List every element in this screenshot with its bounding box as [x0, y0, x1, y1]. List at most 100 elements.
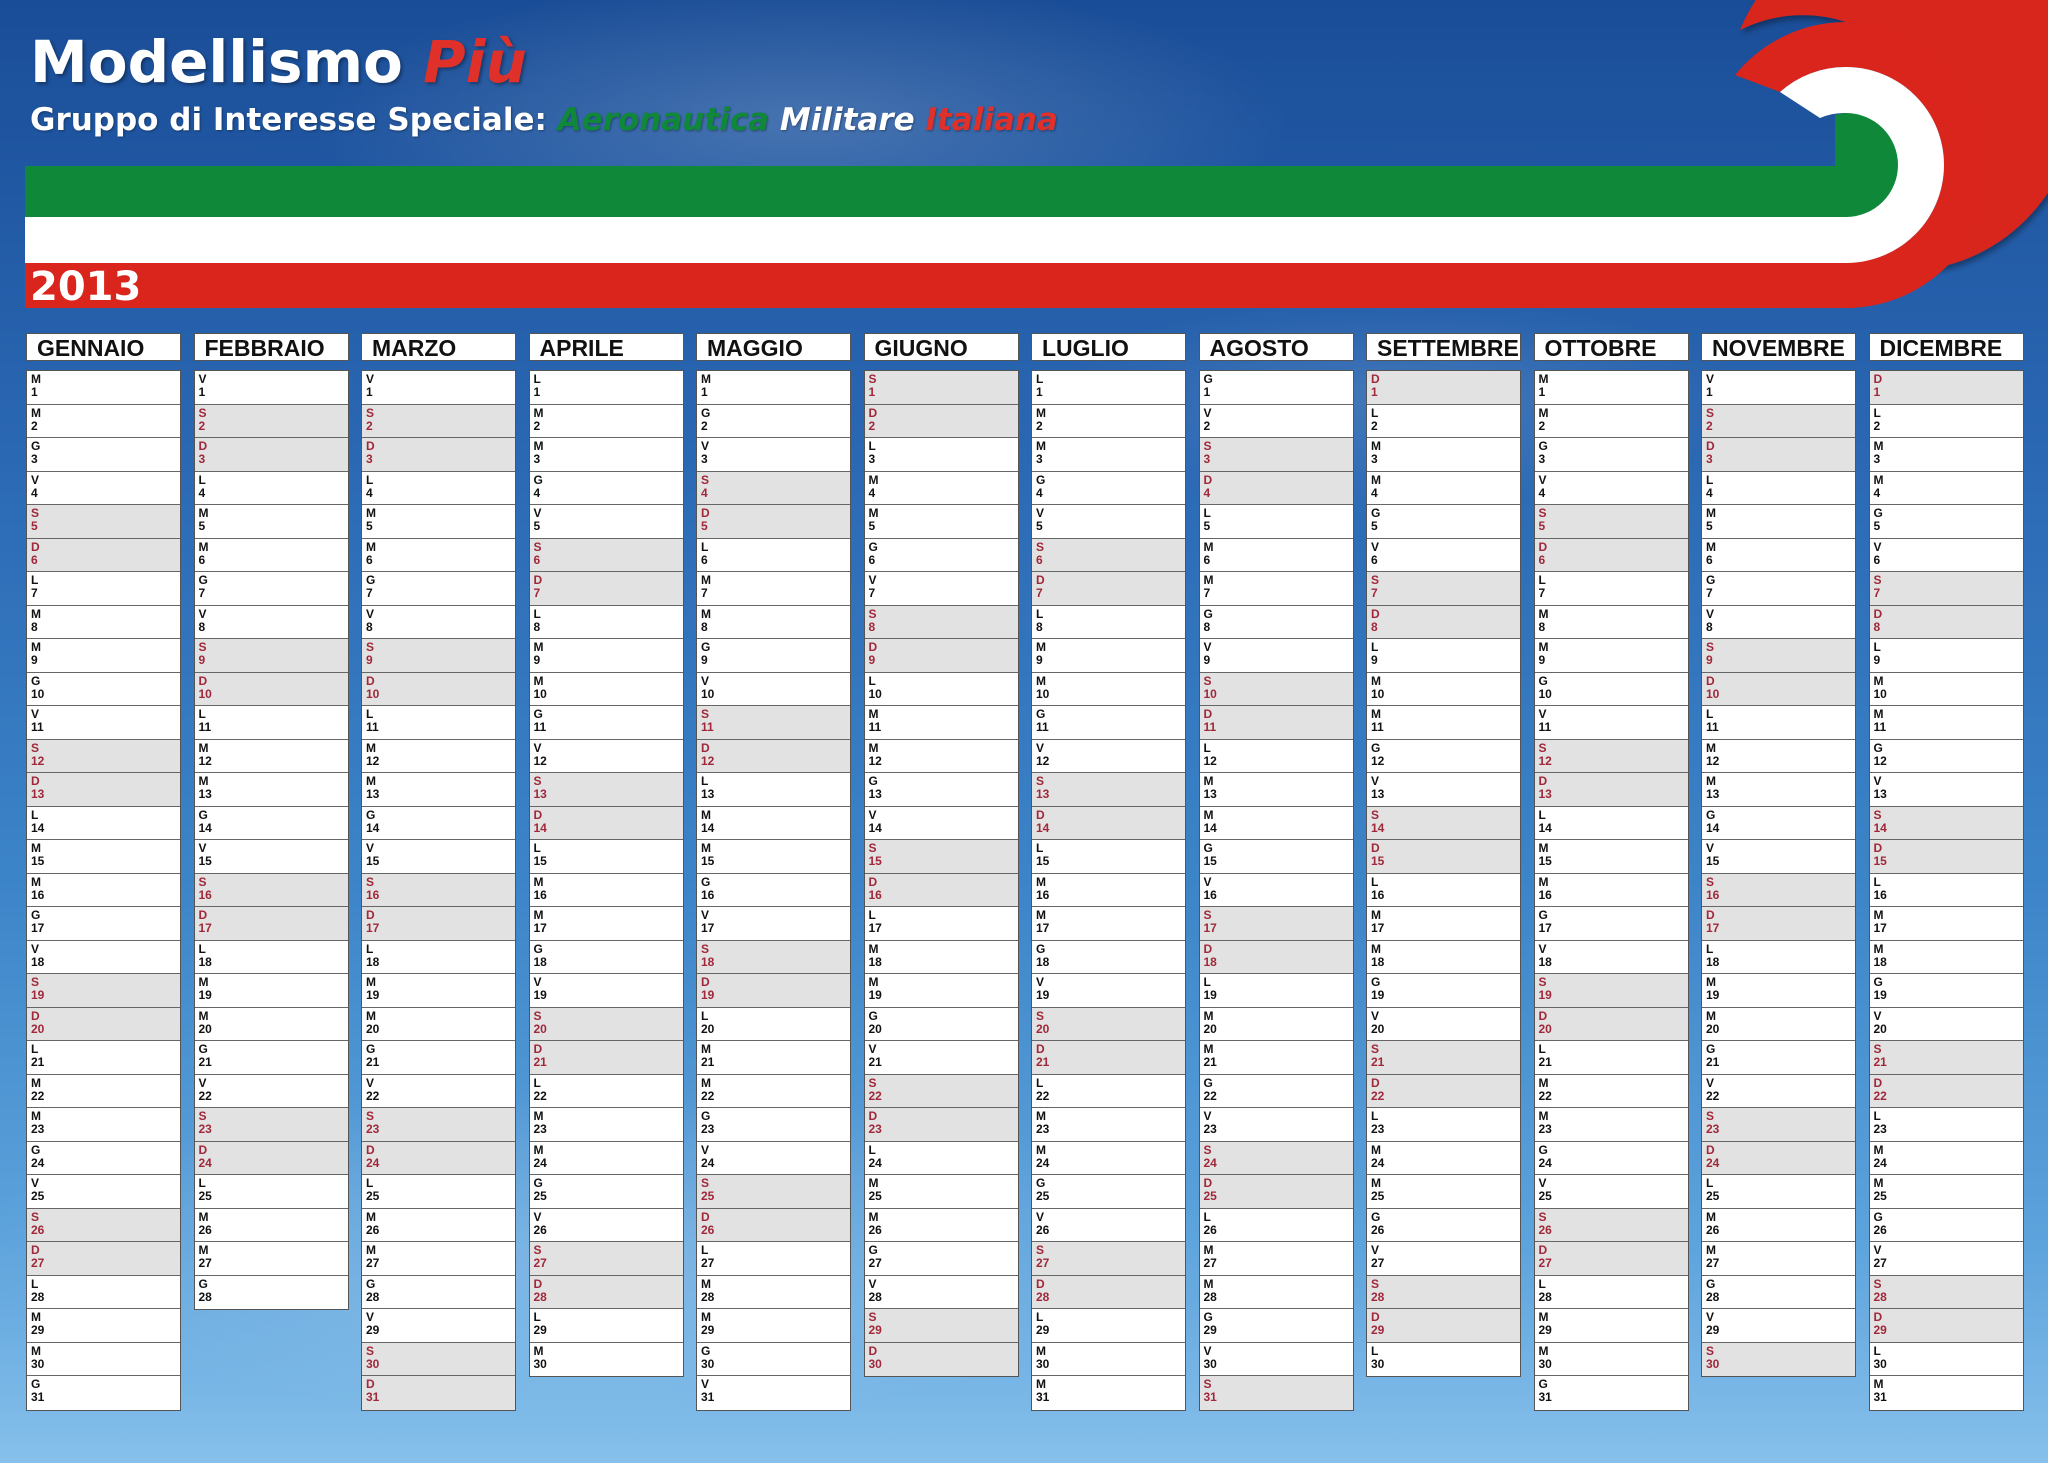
day-cell[interactable]: V 28 [864, 1275, 1018, 1309]
day-cell[interactable]: S 17 [1199, 907, 1353, 941]
day-cell[interactable]: M 11 [864, 706, 1018, 740]
day-cell[interactable]: V 11 [1534, 706, 1688, 740]
day-cell[interactable]: M 21 [697, 1041, 850, 1075]
day-cell[interactable]: M 30 [1534, 1342, 1688, 1376]
day-cell[interactable]: V 25 [1534, 1175, 1688, 1209]
day-cell[interactable]: M2 [529, 404, 683, 438]
day-cell[interactable]: M 17 [1869, 907, 2023, 941]
day-cell[interactable]: D 13 [1534, 773, 1688, 807]
day-cell[interactable]: L 15 [529, 840, 683, 874]
day-cell[interactable]: L 22 [1032, 1074, 1185, 1108]
day-cell[interactable]: G 28 [1702, 1275, 1855, 1309]
day-cell[interactable]: D 10 [194, 672, 348, 706]
day-cell[interactable]: V3 [697, 438, 850, 472]
day-cell[interactable]: G3 [27, 438, 180, 472]
day-cell[interactable]: V7 [864, 572, 1018, 606]
day-cell[interactable]: D1 [1869, 371, 2023, 405]
day-cell[interactable]: D 19 [697, 974, 850, 1008]
day-cell[interactable]: D9 [864, 639, 1018, 673]
day-cell[interactable]: V 20 [1869, 1007, 2023, 1041]
day-cell[interactable]: V 15 [362, 840, 515, 874]
day-cell[interactable]: M 13 [1199, 773, 1353, 807]
day-cell[interactable]: L 30 [1869, 1342, 2023, 1376]
day-cell[interactable]: G7 [194, 572, 348, 606]
day-cell[interactable]: S 22 [864, 1074, 1018, 1108]
day-cell[interactable]: D3 [1702, 438, 1855, 472]
day-cell[interactable]: M 16 [1534, 873, 1688, 907]
day-cell[interactable]: D 12 [697, 739, 850, 773]
day-cell[interactable]: G 19 [1367, 974, 1520, 1008]
day-cell[interactable]: D 14 [1032, 806, 1185, 840]
day-cell[interactable]: M8 [1534, 605, 1688, 639]
day-cell[interactable]: M 31 [1869, 1376, 2023, 1410]
day-cell[interactable]: L1 [529, 371, 683, 405]
day-cell[interactable]: D 30 [864, 1342, 1018, 1376]
day-cell[interactable]: S 23 [194, 1108, 348, 1142]
day-cell[interactable]: S 19 [1534, 974, 1688, 1008]
day-cell[interactable]: D 31 [362, 1376, 515, 1410]
day-cell[interactable]: M 13 [1702, 773, 1855, 807]
day-cell[interactable]: M 16 [27, 873, 180, 907]
day-cell[interactable]: S 21 [1367, 1041, 1520, 1075]
day-cell[interactable]: D1 [1367, 371, 1520, 405]
day-cell[interactable]: M 27 [1702, 1242, 1855, 1276]
day-cell[interactable]: D 10 [1702, 672, 1855, 706]
day-cell[interactable]: S7 [1869, 572, 2023, 606]
day-cell[interactable]: M2 [1534, 404, 1688, 438]
day-cell[interactable]: G 17 [27, 907, 180, 941]
day-cell[interactable]: V 26 [529, 1208, 683, 1242]
day-cell[interactable]: M 19 [1702, 974, 1855, 1008]
day-cell[interactable]: M 13 [362, 773, 515, 807]
day-cell[interactable]: S 31 [1199, 1376, 1353, 1410]
day-cell[interactable]: L 25 [194, 1175, 348, 1209]
day-cell[interactable]: L5 [1199, 505, 1353, 539]
day-cell[interactable]: M 10 [1032, 672, 1185, 706]
day-cell[interactable]: S 28 [1869, 1275, 2023, 1309]
day-cell[interactable]: S 28 [1367, 1275, 1520, 1309]
day-cell[interactable]: G6 [864, 538, 1018, 572]
day-cell[interactable]: S9 [362, 639, 515, 673]
day-cell[interactable]: M 22 [27, 1074, 180, 1108]
day-cell[interactable]: S2 [362, 404, 515, 438]
day-cell[interactable]: D 17 [362, 907, 515, 941]
day-cell[interactable]: M 10 [1869, 672, 2023, 706]
day-cell[interactable]: D 21 [529, 1041, 683, 1075]
day-cell[interactable]: S9 [1702, 639, 1855, 673]
day-cell[interactable]: M 17 [1367, 907, 1520, 941]
day-cell[interactable]: V 14 [864, 806, 1018, 840]
day-cell[interactable]: L9 [1367, 639, 1520, 673]
day-cell[interactable]: M3 [529, 438, 683, 472]
day-cell[interactable]: D3 [194, 438, 348, 472]
day-cell[interactable]: M 15 [697, 840, 850, 874]
day-cell[interactable]: D2 [864, 404, 1018, 438]
day-cell[interactable]: G 22 [1199, 1074, 1353, 1108]
day-cell[interactable]: V5 [1032, 505, 1185, 539]
day-cell[interactable]: G 29 [1199, 1309, 1353, 1343]
day-cell[interactable]: L8 [1032, 605, 1185, 639]
day-cell[interactable]: M1 [27, 371, 180, 405]
day-cell[interactable]: M 20 [362, 1007, 515, 1041]
day-cell[interactable]: L 23 [1869, 1108, 2023, 1142]
day-cell[interactable]: D8 [1869, 605, 2023, 639]
day-cell[interactable]: M 18 [1869, 940, 2023, 974]
day-cell[interactable]: M 22 [1534, 1074, 1688, 1108]
day-cell[interactable]: S 24 [1199, 1141, 1353, 1175]
day-cell[interactable]: G 14 [1702, 806, 1855, 840]
day-cell[interactable]: D 11 [1199, 706, 1353, 740]
day-cell[interactable]: S 10 [1199, 672, 1353, 706]
day-cell[interactable]: S5 [27, 505, 180, 539]
day-cell[interactable]: M 18 [1367, 940, 1520, 974]
day-cell[interactable]: M 25 [864, 1175, 1018, 1209]
day-cell[interactable]: G4 [529, 471, 683, 505]
day-cell[interactable]: M4 [1367, 471, 1520, 505]
day-cell[interactable]: M 27 [1199, 1242, 1353, 1276]
day-cell[interactable]: M9 [529, 639, 683, 673]
day-cell[interactable]: S 21 [1869, 1041, 2023, 1075]
day-cell[interactable]: V 27 [1869, 1242, 2023, 1276]
day-cell[interactable]: M7 [697, 572, 850, 606]
day-cell[interactable]: L4 [362, 471, 515, 505]
day-cell[interactable]: S 25 [697, 1175, 850, 1209]
day-cell[interactable]: L 26 [1199, 1208, 1353, 1242]
day-cell[interactable]: V 12 [1032, 739, 1185, 773]
day-cell[interactable]: L 25 [1702, 1175, 1855, 1209]
